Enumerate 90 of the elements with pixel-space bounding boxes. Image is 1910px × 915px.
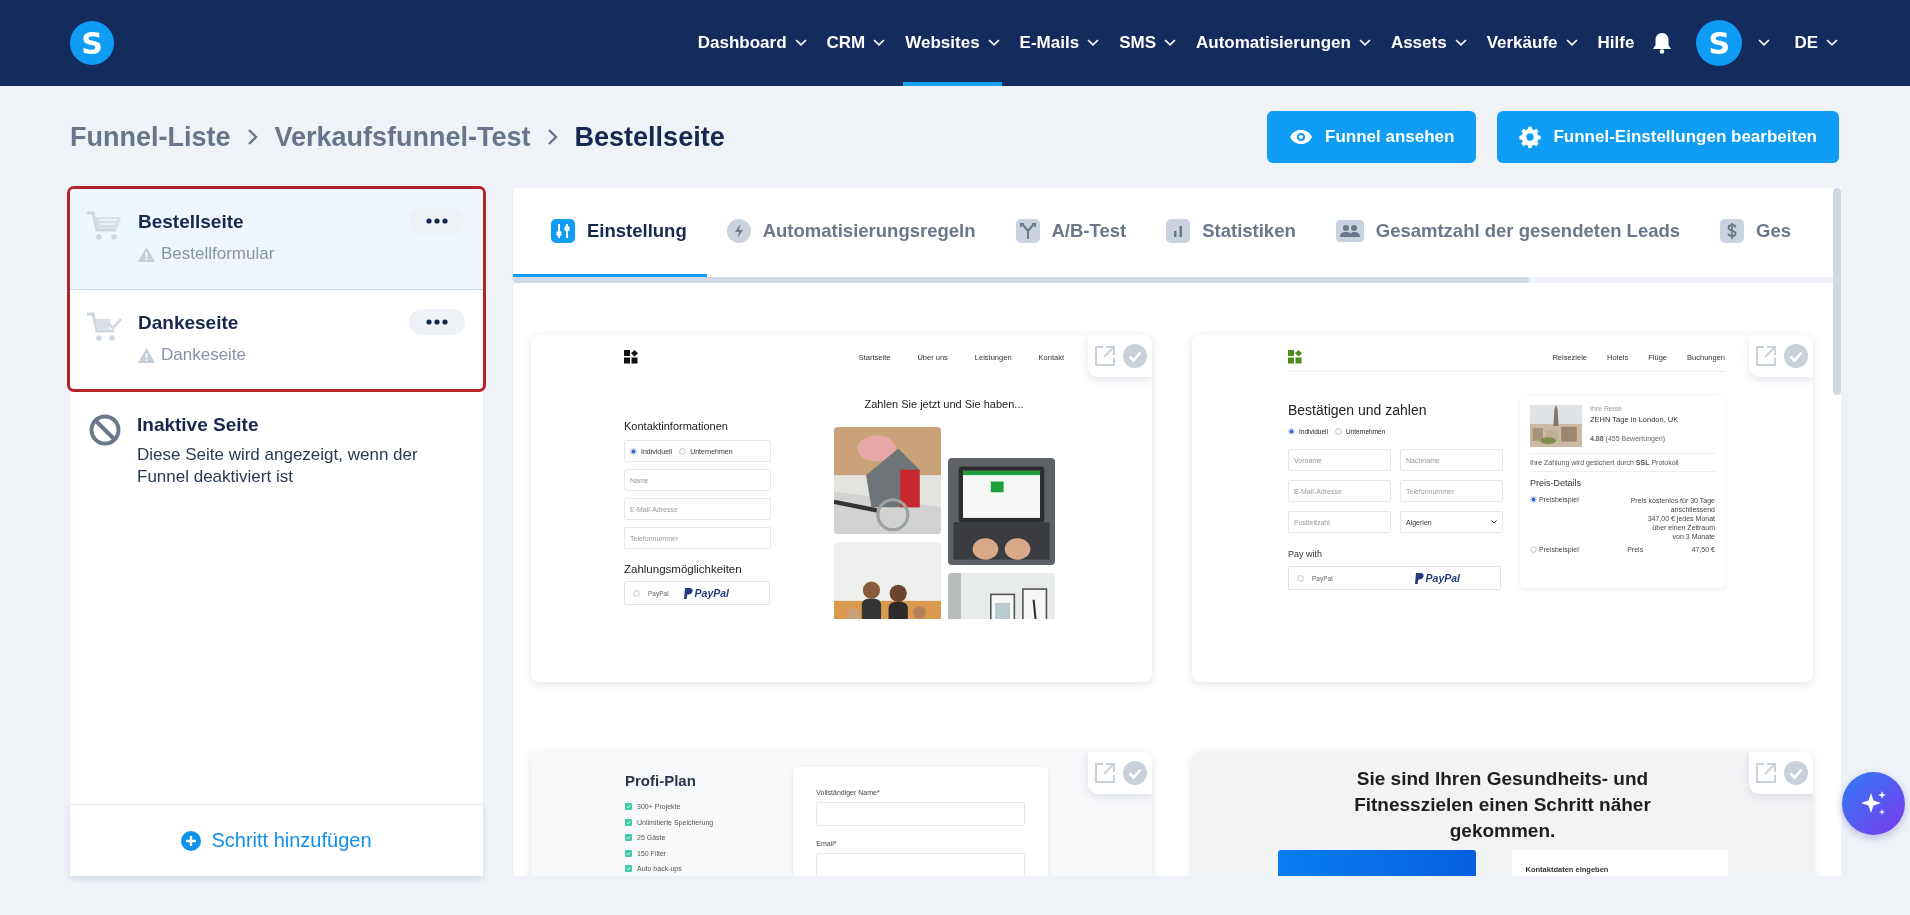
logo-icon — [1288, 350, 1303, 364]
more-icon — [426, 319, 448, 325]
check-icon — [625, 865, 632, 872]
bell-icon[interactable] — [1652, 32, 1673, 54]
bolt-icon — [726, 219, 751, 243]
funnel-step[interactable]: Bestellseite Bestellformular — [70, 189, 483, 289]
chevron-down-icon — [1826, 39, 1838, 47]
step-subtitle: Bestellformular — [161, 244, 275, 264]
settings-icon — [1519, 126, 1542, 148]
warning-icon — [138, 246, 155, 262]
page-heading: Sie sind Ihren Gesundheits- und Fitnesszielen einen Schritt näher gekommen. — [1353, 767, 1652, 843]
section-heading: Zahlungsmöglichkeiten — [624, 563, 743, 575]
step-title: Bestellseite — [138, 211, 245, 233]
nav-menu-item[interactable]: Automatisierungen — [1193, 0, 1373, 86]
ai-assistant-button[interactable] — [1842, 772, 1905, 835]
section-heading: Bestätigen und zahlen — [1288, 402, 1428, 418]
bar-chart-icon — [1166, 219, 1191, 243]
inactive-step-title: Inaktive Seite — [137, 414, 260, 436]
nav-menu-item[interactable]: Assets — [1388, 0, 1469, 86]
more-button[interactable] — [409, 208, 465, 234]
app-logo: S — [70, 21, 114, 65]
chevron-down-icon — [794, 39, 807, 47]
step-title: Dankeseite — [138, 312, 240, 334]
section-heading: Pay with — [1288, 549, 1323, 559]
nav-menu-item[interactable]: Verkäufe — [1484, 0, 1580, 86]
nav-menu-item[interactable]: Dashboard — [695, 0, 809, 86]
nav-menu-item[interactable]: E-Mails — [1017, 0, 1102, 86]
check-circle-icon[interactable] — [1783, 344, 1808, 368]
step-subtitle: Dankeseite — [161, 345, 247, 365]
more-button[interactable] — [409, 309, 465, 335]
external-link-icon[interactable] — [1093, 762, 1116, 784]
dollar-icon — [1720, 219, 1745, 243]
inactive-step-description: Diese Seite wird angezeigt, wenn der Funnel deaktiviert ist — [137, 444, 419, 489]
input-field[interactable] — [816, 802, 1026, 826]
chevron-right-icon — [246, 128, 259, 146]
section-heading: Preis-Details — [1530, 478, 1582, 488]
scrollbar[interactable] — [513, 277, 1530, 283]
chevron-down-icon — [1163, 39, 1176, 47]
chevron-right-icon — [546, 128, 559, 146]
cart-check-icon — [86, 312, 122, 342]
nav-menu-item[interactable]: SMS — [1117, 0, 1178, 86]
language-selector[interactable]: DE — [1792, 0, 1840, 86]
nav-menu-item[interactable]: CRM — [824, 0, 888, 86]
external-link-icon[interactable] — [1093, 345, 1116, 367]
users-icon — [1335, 220, 1364, 242]
check-circle-icon[interactable] — [1122, 761, 1147, 785]
breadcrumb-link[interactable]: Funnel-Liste — [70, 121, 231, 153]
split-icon — [1015, 219, 1040, 243]
plus-circle-icon — [181, 830, 202, 851]
section-heading: Kontaktinformationen — [624, 420, 729, 432]
sliders-icon — [551, 219, 575, 243]
check-icon — [625, 834, 632, 841]
nav-menu-item[interactable]: Websites — [903, 0, 1002, 86]
tab[interactable]: Ges — [1700, 188, 1812, 277]
breadcrumb-current: Bestellseite — [574, 121, 725, 153]
check-icon — [625, 849, 632, 857]
tab[interactable]: A/B-Test — [995, 188, 1147, 277]
chevron-down-icon — [1358, 39, 1371, 47]
more-icon — [426, 218, 448, 224]
chevron-down-icon — [1565, 39, 1578, 47]
chevron-down-icon — [1454, 39, 1467, 47]
gallery-heading: Zahlen Sie jetzt und Sie haben... — [863, 398, 1025, 410]
check-icon — [625, 818, 632, 826]
chevron-down-icon — [987, 39, 1000, 47]
scrollbar[interactable] — [1833, 188, 1841, 395]
breadcrumb-link[interactable]: Verkaufsfunnel-Test — [274, 121, 531, 153]
logo-icon — [624, 350, 639, 364]
disabled-icon — [89, 414, 121, 446]
tab[interactable]: Automatisierungsregeln — [706, 188, 996, 277]
tab[interactable]: Gesamtzahl der gesendeten Leads — [1315, 188, 1701, 277]
external-link-icon[interactable] — [1754, 762, 1777, 784]
funnel-step[interactable]: Dankeseite Dankeseite — [70, 289, 483, 389]
plan-title: Profi-Plan — [625, 772, 697, 789]
nav-menu-item[interactable]: Hilfe — [1595, 0, 1637, 86]
cart-icon — [86, 211, 122, 241]
tab[interactable]: Statistiken — [1146, 188, 1316, 277]
check-icon — [625, 803, 632, 810]
template-card[interactable] — [1192, 335, 1813, 682]
paypal-logo: PayPal — [1414, 571, 1460, 585]
chevron-down-icon — [1758, 39, 1771, 47]
chevron-down-icon — [873, 39, 886, 47]
paypal-logo: PayPal — [683, 586, 729, 600]
external-link-icon[interactable] — [1754, 345, 1777, 367]
eye-icon — [1289, 129, 1314, 145]
check-circle-icon[interactable] — [1122, 344, 1147, 368]
check-circle-icon[interactable] — [1783, 761, 1808, 785]
chevron-down-icon — [1087, 39, 1100, 47]
chevron-down-icon — [1491, 520, 1497, 524]
warning-icon — [138, 347, 155, 363]
input-field[interactable] — [816, 853, 1026, 876]
